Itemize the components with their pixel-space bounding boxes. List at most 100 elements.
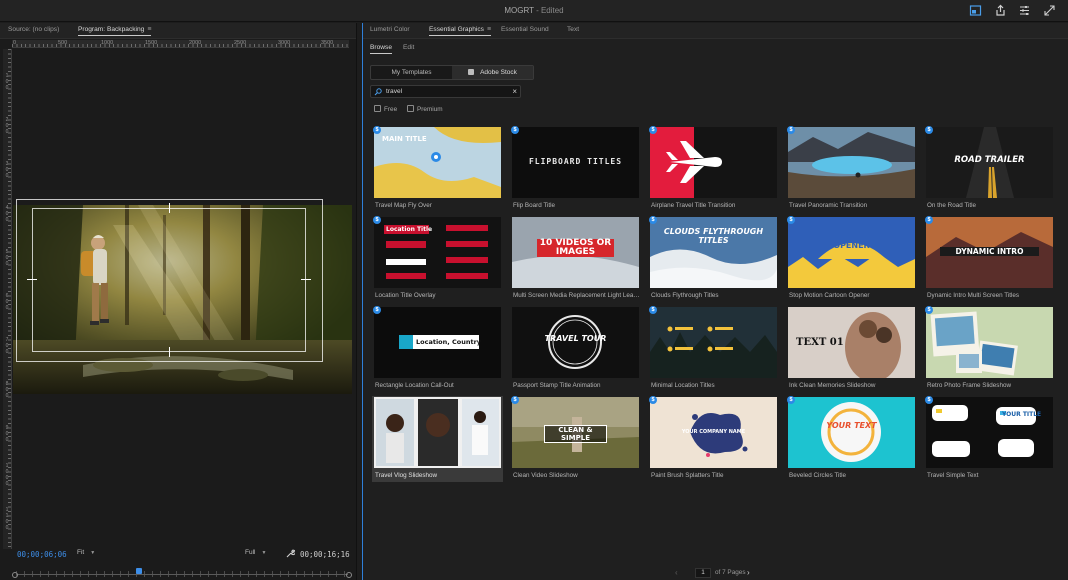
panel-menu-icon[interactable]: ≡ <box>487 26 491 33</box>
template-card[interactable]: $ Retro Photo Frame Slideshow <box>924 306 1055 392</box>
stock-price-badge: $ <box>649 126 657 134</box>
template-card[interactable]: YOUR COMPANY NAME $ Paint Brush Splatter… <box>648 396 779 482</box>
template-card[interactable]: DYNAMIC INTRO $ Dynamic Intro Multi Scre… <box>924 216 1055 302</box>
fullscreen-icon[interactable] <box>1043 4 1056 17</box>
tab-program[interactable]: Program: Backpacking ≡ <box>78 26 152 36</box>
template-card[interactable]: CLOUDS FLYTHROUGH TITLES $ Clouds Flythr… <box>648 216 779 302</box>
template-label: Travel Simple Text <box>927 472 979 479</box>
stock-price-badge: $ <box>787 396 795 404</box>
template-label: Clouds Flythrough Titles <box>651 292 719 299</box>
template-card[interactable]: MAIN TITLE $ Travel Map Fly Over <box>372 126 503 212</box>
stock-price-badge: $ <box>925 306 933 314</box>
stock-price-badge: $ <box>511 126 519 134</box>
stock-price-badge: $ <box>925 216 933 224</box>
template-card[interactable]: 10 VIDEOS OR IMAGES Multi Screen Media R… <box>510 216 641 302</box>
template-card-selected[interactable]: Travel Vlog Slideshow <box>372 396 503 482</box>
template-card[interactable]: TRAVEL TOUR Passport Stamp Title Animati… <box>510 306 641 392</box>
resolution-dropdown[interactable]: Full ▼ <box>245 549 266 559</box>
template-label: Location Title Overlay <box>375 292 436 299</box>
share-icon[interactable] <box>994 4 1007 17</box>
stock-price-badge: $ <box>787 126 795 134</box>
program-monitor-panel: Source: (no clips) Program: Backpacking ≡… <box>0 23 357 580</box>
stock-price-badge: $ <box>649 306 657 314</box>
template-thumbnail: CLEAN & SIMPLE <box>512 397 639 468</box>
stock-price-badge: $ <box>925 126 933 134</box>
premium-filter-checkbox[interactable]: Premium <box>407 105 443 114</box>
template-card[interactable]: CLEAN & SIMPLE $ Clean Video Slideshow <box>510 396 641 482</box>
chevron-down-icon: ▼ <box>90 550 96 556</box>
tab-essential-sound[interactable]: Essential Sound <box>501 26 549 33</box>
template-card[interactable]: ROAD TRAILER $ On the Road Title <box>924 126 1055 212</box>
free-filter-checkbox[interactable]: Free <box>374 105 397 114</box>
tab-essential-graphics-label: Essential Graphics <box>429 26 484 33</box>
thumb-title: CLEAN & SIMPLE <box>544 425 607 443</box>
tab-text[interactable]: Text <box>567 26 579 33</box>
resolution-value: Full <box>245 549 256 556</box>
my-templates-button[interactable]: My Templates <box>371 66 452 79</box>
playhead[interactable] <box>136 568 142 574</box>
tab-browse[interactable]: Browse <box>370 44 392 54</box>
template-card[interactable]: $ Minimal Location Titles <box>648 306 779 392</box>
thumb-title: FLIPBOARD TITLES <box>528 157 623 166</box>
tab-lumetri-color[interactable]: Lumetri Color <box>370 26 410 33</box>
page-number-input[interactable]: 1 <box>695 568 711 578</box>
free-filter-label: Free <box>384 106 398 113</box>
template-label: Flip Board Title <box>513 202 555 209</box>
search-field[interactable]: travel × <box>370 85 521 98</box>
clear-search-icon[interactable]: × <box>512 87 517 96</box>
title-safe-guide <box>27 203 311 357</box>
stock-price-badge: $ <box>649 396 657 404</box>
template-thumbnail <box>650 307 777 378</box>
template-thumbnail: DYNAMIC INTRO <box>926 217 1053 288</box>
template-card[interactable]: $ Travel Panoramic Transition <box>786 126 917 212</box>
template-card[interactable]: TEXT 01 Ink Clean Memories Slideshow <box>786 306 917 392</box>
template-card[interactable]: YOUR TITLE $ Travel Simple Text <box>924 396 1055 482</box>
template-card[interactable]: Location Title $ Location Title Overlay <box>372 216 503 302</box>
time-ruler-scrubber[interactable] <box>12 568 352 578</box>
page-count: of 7 Pages <box>715 569 746 576</box>
zoom-dropdown[interactable]: Fit ▼ <box>77 549 95 559</box>
template-label: Multi Screen Media Replacement Light Lea… <box>513 292 640 299</box>
next-page-button[interactable]: › <box>747 568 750 577</box>
stock-price-badge: $ <box>787 216 795 224</box>
template-card[interactable]: OPENER $ Stop Motion Cartoon Opener <box>786 216 917 302</box>
ruler-label: 6 0 0 <box>5 293 9 311</box>
stock-price-badge: $ <box>925 396 933 404</box>
tab-source[interactable]: Source: (no clips) <box>8 26 59 33</box>
adobe-stock-label: Adobe Stock <box>480 69 517 76</box>
ruler-label: 1 1 0 0 <box>5 507 9 531</box>
panel-menu-icon[interactable]: ≡ <box>147 26 151 33</box>
template-thumbnail: YOUR TITLE <box>926 397 1053 468</box>
thumb-title: MAIN TITLE <box>382 135 427 143</box>
template-card[interactable]: Location, Country $ Rectangle Location C… <box>372 306 503 392</box>
thumb-title: TRAVEL TOUR <box>544 334 607 343</box>
template-label: Retro Photo Frame Slideshow <box>927 382 1011 389</box>
current-timecode[interactable]: 00;00;06;06 <box>17 550 67 559</box>
template-thumbnail: ROAD TRAILER <box>926 127 1053 198</box>
thumb-title: CLOUDS FLYTHROUGH TITLES <box>663 227 764 245</box>
template-label: Dynamic Intro Multi Screen Titles <box>927 292 1020 299</box>
template-card[interactable]: FLIPBOARD TITLES $ Flip Board Title <box>510 126 641 212</box>
template-label: Minimal Location Titles <box>651 382 715 389</box>
scroll-handle-left[interactable] <box>12 572 18 578</box>
wrench-settings-icon[interactable] <box>286 549 296 558</box>
tab-edit[interactable]: Edit <box>403 44 414 51</box>
template-card[interactable]: $ Airplane Travel Title Transition <box>648 126 779 212</box>
stock-price-badge: $ <box>649 216 657 224</box>
thumb-title: OPENER <box>833 241 870 250</box>
template-thumbnail: TEXT 01 <box>788 307 915 378</box>
ruler-label: 9 0 0 <box>5 425 9 443</box>
search-input[interactable]: travel <box>386 88 402 95</box>
template-thumbnail <box>650 127 777 198</box>
template-thumbnail: YOUR COMPANY NAME <box>650 397 777 468</box>
template-label: Travel Vlog Slideshow <box>375 472 438 479</box>
adobe-stock-button[interactable]: Adobe Stock <box>452 66 533 79</box>
prev-page-button[interactable]: ‹ <box>675 568 678 577</box>
workspace-icon[interactable] <box>969 4 982 17</box>
template-card[interactable]: YOUR TEXT $ Beveled Circles Title <box>786 396 917 482</box>
search-icon <box>374 88 382 96</box>
scroll-handle-right[interactable] <box>346 572 352 578</box>
template-thumbnail: TRAVEL TOUR <box>512 307 639 378</box>
tab-essential-graphics[interactable]: Essential Graphics ≡ <box>429 26 492 36</box>
settings-sliders-icon[interactable] <box>1018 4 1031 17</box>
